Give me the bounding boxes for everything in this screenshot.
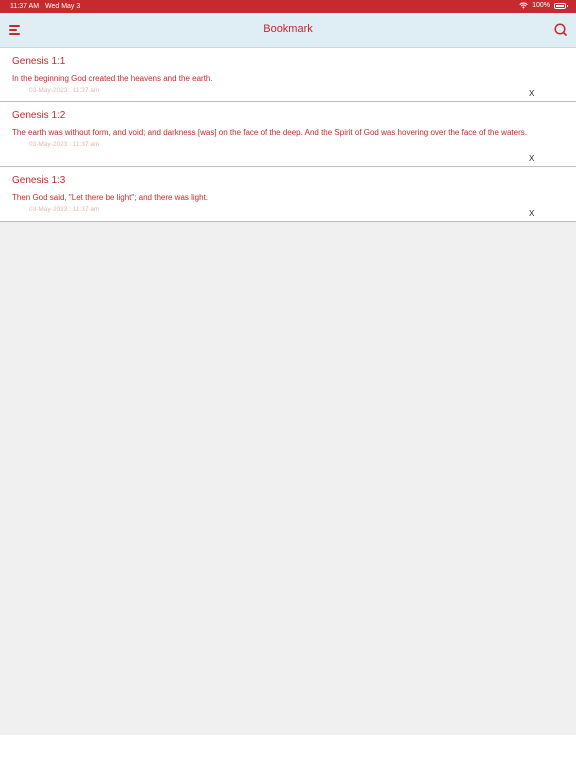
bookmark-verse: Then God said, "Let there be light"; and… <box>12 193 209 202</box>
status-time: 11:37 AM <box>10 3 40 10</box>
bookmark-reference: Genesis 1:1 <box>12 56 66 67</box>
bookmark-verse: In the beginning God created the heavens… <box>12 74 213 83</box>
bookmark-item[interactable]: Genesis 1:3 Then God said, "Let there be… <box>0 167 576 222</box>
battery-percent: 100% <box>532 2 550 9</box>
wifi-icon <box>519 2 528 9</box>
bookmark-list: Genesis 1:1 In the beginning God created… <box>0 48 576 222</box>
delete-bookmark-button[interactable]: X <box>529 154 534 163</box>
bookmark-reference: Genesis 1:3 <box>12 175 66 186</box>
delete-bookmark-button[interactable]: X <box>529 89 534 98</box>
battery-icon <box>554 2 568 9</box>
empty-content-area <box>0 222 576 735</box>
bookmark-timestamp: 03-May-2023 : 11:37 am <box>29 141 100 148</box>
bookmark-timestamp: 03-May-2023 : 11:37 am <box>29 206 100 213</box>
nav-bar: Bookmark <box>0 13 576 48</box>
bookmark-reference: Genesis 1:2 <box>12 110 66 121</box>
bookmark-item[interactable]: Genesis 1:1 In the beginning God created… <box>0 48 576 102</box>
bookmark-verse: The earth was without form, and void; an… <box>12 128 527 137</box>
status-bar: 11:37 AM Wed May 3 100% <box>0 0 576 13</box>
bookmark-timestamp: 03-May-2023 : 11:37 am <box>29 87 100 94</box>
status-date: Wed May 3 <box>45 3 81 10</box>
status-right: 100% <box>519 2 568 9</box>
page-title: Bookmark <box>263 23 313 35</box>
search-icon <box>554 23 567 36</box>
search-button[interactable] <box>553 22 569 38</box>
delete-bookmark-button[interactable]: X <box>529 209 534 218</box>
bookmark-item[interactable]: Genesis 1:2 The earth was without form, … <box>0 102 576 167</box>
